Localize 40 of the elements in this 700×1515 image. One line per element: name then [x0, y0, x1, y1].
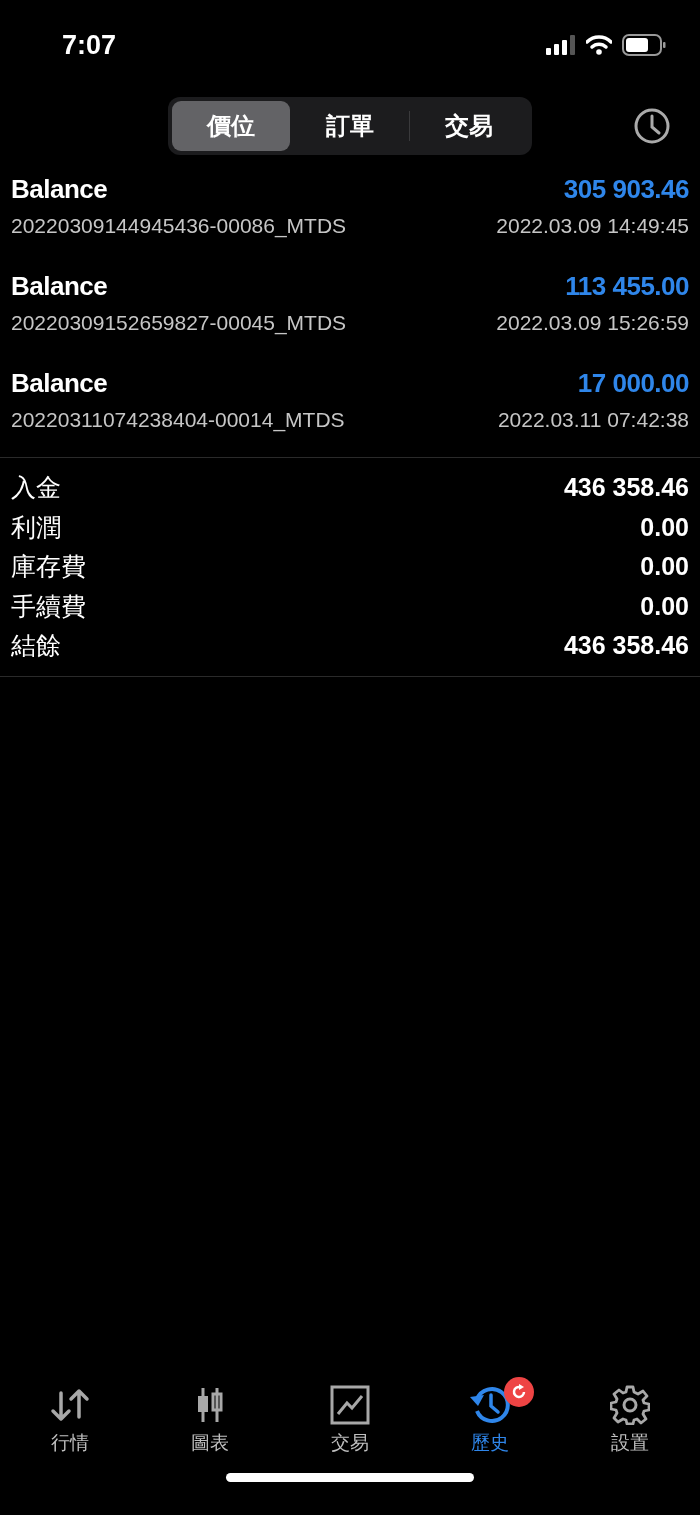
clock-icon[interactable]	[633, 107, 671, 145]
tab-bar-item[interactable]: 交易	[305, 1365, 395, 1465]
arrows-icon	[50, 1387, 90, 1423]
summary-value: 436 358.46	[563, 472, 689, 503]
battery-icon	[622, 34, 666, 56]
deal-amount: 113 455.00	[565, 269, 689, 303]
summary-label: 結餘	[11, 630, 61, 661]
deal-amount: 17 000.00	[577, 366, 689, 400]
candlestick-icon	[195, 1386, 225, 1424]
deal-amount: 305 903.46	[563, 172, 689, 206]
tab-bar-item[interactable]: 行情	[25, 1365, 115, 1465]
tab-bar-item[interactable]: 設置	[585, 1365, 675, 1465]
deal-type: Balance	[11, 366, 108, 400]
deal-time: 2022.03.11 07:42:38	[497, 407, 689, 434]
line-chart-icon	[330, 1385, 370, 1425]
signal-icon	[546, 35, 576, 55]
wifi-icon	[586, 35, 612, 55]
status-time: 7:07	[62, 29, 117, 62]
tab-bar-item[interactable]: 圖表	[165, 1365, 255, 1465]
summary-label: 入金	[11, 472, 61, 503]
history-icon	[469, 1385, 511, 1425]
deal-type: Balance	[11, 269, 108, 303]
deal-type: Balance	[11, 172, 108, 206]
deal-ticket: 20220309152659827-00045_MTDS	[11, 310, 347, 337]
summary-label: 利潤	[11, 511, 61, 543]
summary-value: 0.00	[640, 590, 689, 622]
summary-label: 庫存費	[11, 551, 86, 582]
tab-bar-item[interactable]: 歷史	[445, 1365, 535, 1465]
summary-label: 手續費	[11, 590, 86, 622]
deal-time: 2022.03.09 14:49:45	[496, 213, 689, 240]
segment-tab[interactable]: 價位	[172, 101, 290, 151]
gear-icon	[610, 1385, 650, 1425]
deal-time: 2022.03.09 15:26:59	[496, 310, 689, 337]
summary-value: 0.00	[640, 551, 689, 582]
summary-value: 436 358.46	[563, 630, 689, 661]
deal-ticket: 20220309144945436-00086_MTDS	[11, 213, 347, 240]
deal-ticket: 20220311074238404-00014_MTDS	[11, 407, 345, 434]
summary-value: 0.00	[640, 511, 689, 543]
segment-tab[interactable]: 交易	[410, 101, 528, 151]
segment-tab[interactable]: 訂單	[291, 101, 409, 151]
